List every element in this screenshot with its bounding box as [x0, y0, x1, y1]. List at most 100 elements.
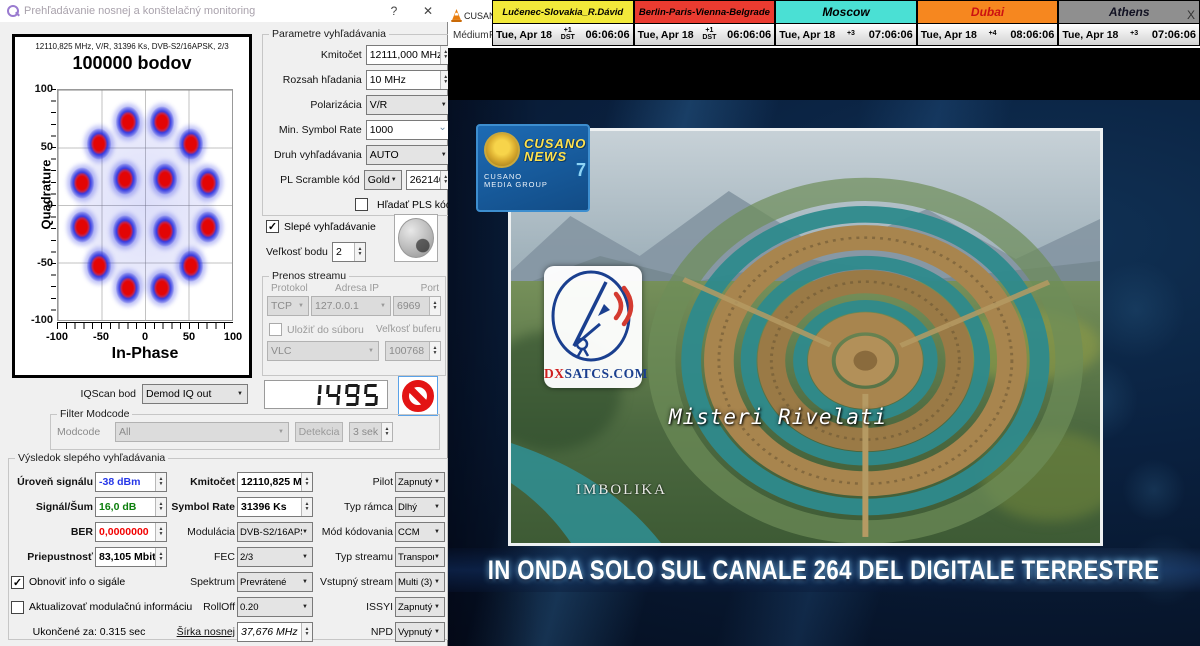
search-range-spinner[interactable]: 10 MHz▲▼ [366, 70, 452, 90]
x-axis-label: In-Phase [57, 345, 233, 363]
find-pls-checkbox[interactable]: ✓ [355, 198, 368, 211]
carrier-counter-display [264, 380, 388, 409]
clock-panel-dubai: Dubai Tue, Apr 18 +4 08:06:06 [917, 0, 1059, 48]
pilot-dropdown[interactable]: Zapnutý [395, 472, 445, 492]
save-to-file-checkbox[interactable]: ✓ [269, 323, 282, 336]
clock-time-row: Tue, Apr 18 +3 07:06:06 [1058, 24, 1200, 46]
port-spinner[interactable]: 6969▲▼ [393, 296, 441, 316]
save-to-file-label: Uložiť do súboru [287, 324, 364, 336]
search-type-dropdown[interactable]: AUTO [366, 145, 452, 165]
signal-level-spinner[interactable]: -38 dBm▲▼ [95, 472, 167, 492]
magnifier-icon [7, 5, 19, 17]
clock-offset: +3 [1130, 31, 1138, 38]
point-size-spinner[interactable]: 2▲▼ [332, 242, 366, 262]
cusano-sub: MEDIA GROUP [484, 181, 584, 189]
help-button[interactable]: ? [386, 3, 402, 19]
rolloff-dropdown[interactable]: 0.20 [237, 597, 313, 617]
program-caption: Misteri Rivelati [669, 405, 887, 429]
finished-time-text: Ukončené za: 0.315 sec [11, 626, 167, 638]
modulation-label: Modulácia [169, 526, 235, 538]
min-symbolrate-combo[interactable]: 1000 [366, 120, 452, 140]
clock-panel-athens: Athens Tue, Apr 18 +3 07:06:06 [1058, 0, 1200, 48]
frequency-label: Kmitočet [321, 49, 362, 61]
npd-dropdown[interactable]: Vypnutý [395, 622, 445, 642]
ber-spinner[interactable]: 0,0000000▲▼ [95, 522, 167, 542]
result-frequency-label: Kmitočet [169, 476, 235, 488]
x-tick: 50 [183, 331, 195, 343]
min-symbolrate-label: Min. Symbol Rate [279, 124, 362, 136]
spectrum-dropdown[interactable]: Prevrátené [237, 572, 313, 592]
clock-date: Tue, Apr 18 [1062, 29, 1118, 41]
clock-date: Tue, Apr 18 [496, 29, 552, 41]
modcode-label: Modcode [57, 426, 109, 438]
point-size-row: Veľkosť bodu 2▲▼ [266, 242, 366, 262]
fec-label: FEC [169, 551, 235, 563]
x-axis-ticks [57, 322, 233, 329]
polarization-dropdown[interactable]: V/R [366, 95, 452, 115]
protocol-dropdown[interactable]: TCP [267, 296, 309, 316]
find-pls-label: Hľadať PLS kód [377, 199, 452, 211]
y-axis-ticks [51, 89, 56, 321]
detection-interval-spinner[interactable]: 3 sek▲▼ [349, 422, 393, 442]
modulation-dropdown[interactable]: DVB-S2/16APSK [237, 522, 313, 542]
y-tick: -50 [19, 257, 53, 269]
result-frequency-spinner[interactable]: 12110,825 MH▲▼ [237, 472, 313, 492]
symbolrate-label: Symbol Rate [169, 501, 235, 513]
clock-time-row: Tue, Apr 18 +3 07:06:06 [775, 24, 917, 46]
iqscan-row: IQScan bod Demod IQ out [0, 384, 260, 404]
cusano-news-logo: CUSANO NEWS CUSANO MEDIA GROUP 7 [476, 124, 590, 212]
update-modulation-checkbox[interactable]: ✓ [11, 601, 24, 614]
buffer-size-spinner[interactable]: 100768▲▼ [385, 341, 441, 361]
vlc-window-corner: CUSANO Médium P [448, 0, 492, 48]
satellite-antenna-icon [544, 266, 642, 366]
clock-offset: +1DST [702, 28, 716, 41]
clock-offset: +4 [989, 31, 997, 38]
vlc-menu-media[interactable]: Médium [453, 30, 489, 41]
clock-offset: +3 [847, 31, 855, 38]
pl-scramble-dropdown[interactable]: Gold [364, 170, 402, 190]
coding-mode-dropdown[interactable]: CCM [395, 522, 445, 542]
pl-code-spinner[interactable]: 262140▲▼ [406, 170, 452, 190]
refresh-info-label: Obnoviť info o sigále [29, 576, 125, 588]
clock-offset: +1DST [561, 28, 575, 41]
throughput-spinner[interactable]: 83,105 Mbit▲▼ [95, 547, 167, 567]
issyi-dropdown[interactable]: Zapnutý [395, 597, 445, 617]
clocks-close-button[interactable]: X [1184, 8, 1198, 22]
frequency-spinner[interactable]: 12111,000 MHz▲▼ [366, 45, 452, 65]
frame-type-dropdown[interactable]: Dlhý [395, 497, 445, 517]
modcode-dropdown[interactable]: All [115, 422, 289, 442]
channel-banner: IN ONDA SOLO SUL CANALE 264 DEL DIGITALE… [448, 548, 1200, 592]
clock-city-name: Lučenec-Slovakia_R.Dávid [492, 0, 634, 24]
constellation-plot: 12110,825 MHz, V/R, 31396 Ks, DVB-S2/16A… [12, 34, 252, 378]
symbolrate-spinner[interactable]: 31396 Ks▲▼ [237, 497, 313, 517]
update-modulation-label: Aktualizovať modulačnú informáciu [29, 601, 192, 613]
fec-dropdown[interactable]: 2/3 [237, 547, 313, 567]
detection-button[interactable]: Detekcia [295, 422, 343, 442]
results-legend: Výsledok slepého vyhľadávania [15, 452, 168, 464]
dxsatcs-wordmark: DXSATCS.COM [544, 366, 642, 382]
iqscan-dropdown[interactable]: Demod IQ out [142, 384, 248, 404]
refresh-info-checkbox[interactable]: ✓ [11, 576, 24, 589]
carrier-width-label[interactable]: Šírka nosnej [169, 626, 235, 638]
clock-city-name: Athens [1058, 0, 1200, 24]
x-tick: -100 [46, 331, 68, 343]
iqscan-label: IQScan bod [0, 388, 136, 400]
player-dropdown[interactable]: VLC [267, 341, 379, 361]
ip-address-dropdown[interactable]: 127.0.0.1 [311, 296, 391, 316]
blind-search-label: Slepé vyhľadávanie [284, 221, 376, 233]
input-stream-dropdown[interactable]: Multi (3) [395, 572, 445, 592]
ip-header: Adresa IP [315, 283, 399, 294]
issyi-label: ISSYI [315, 601, 393, 613]
carrier-monitor-window: Prehľadávanie nosnej a konštelačný monit… [0, 0, 448, 646]
clock-panel-moscow: Moscow Tue, Apr 18 +3 07:06:06 [775, 0, 917, 48]
letterbox-band [448, 48, 1200, 100]
clock-time: 07:06:06 [869, 29, 913, 41]
search-range-label: Rozsah hľadania [283, 74, 362, 86]
clock-time-row: Tue, Apr 18 +4 08:06:06 [917, 24, 1059, 46]
snr-spinner[interactable]: 16,0 dB▲▼ [95, 497, 167, 517]
point-size-label: Veľkosť bodu [266, 246, 328, 258]
carrier-width-spinner[interactable]: 37,676 MHz▲▼ [237, 622, 313, 642]
stream-type-dropdown[interactable]: Transport [395, 547, 445, 567]
blind-search-checkbox[interactable]: ✓ [266, 220, 279, 233]
close-button[interactable]: ✕ [420, 3, 436, 19]
